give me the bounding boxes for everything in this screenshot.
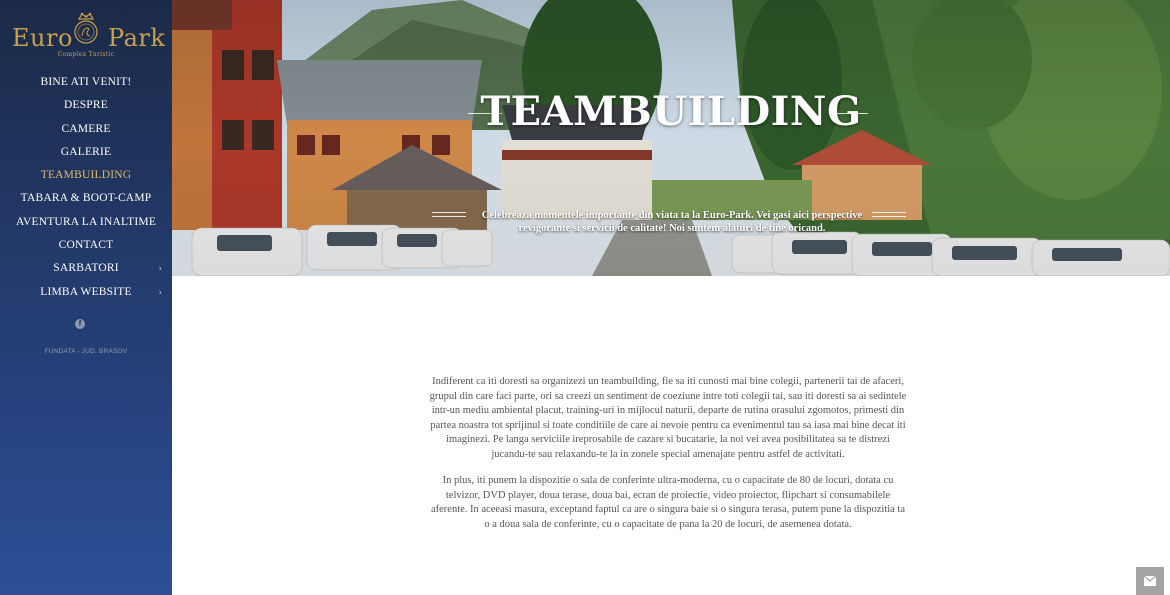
nav-item-aventura-la-inaltime[interactable]: AVENTURA LA INALTIME [0, 212, 172, 235]
chevron-right-icon[interactable]: › [158, 282, 162, 303]
logo[interactable]: Euro Park Complex Turistic [0, 8, 172, 60]
main-nav: BINE ATI VENIT! DESPRE CAMERE GALERIE TE… [0, 72, 172, 305]
subtitle-divider-left [432, 212, 466, 213]
subtitle-divider-left [432, 216, 466, 217]
chevron-right-icon[interactable]: › [158, 258, 162, 279]
conference-paragraph: In plus, iti punem la dispozitie o sala … [430, 475, 906, 530]
nav-item-tabara-boot-camp[interactable]: TABARA & BOOT-CAMP [0, 188, 172, 211]
subtitle-divider-right [872, 216, 906, 217]
nav-item-label: LIMBA WEBSITE [40, 285, 132, 298]
title-divider-right [834, 113, 868, 114]
nav-item-limba-website[interactable]: LIMBA WEBSITE › [0, 282, 172, 305]
nav-item-despre[interactable]: DESPRE [0, 95, 172, 118]
nav-item-sarbatori[interactable]: SARBATORI › [0, 258, 172, 281]
nav-item-bine-ati-venit[interactable]: BINE ATI VENIT! [0, 72, 172, 95]
page-title: TEAMBUILDING [480, 88, 862, 135]
nav-item-galerie[interactable]: GALERIE [0, 142, 172, 165]
logo-name-right: Park [108, 24, 166, 52]
nav-item-contact[interactable]: CONTACT [0, 235, 172, 258]
logo-tagline: Complex Turistic [57, 51, 115, 58]
main-content: Indiferent ca iti doresti sa organizezi … [428, 375, 908, 544]
address: FUNDATA - JUD. BRASOV [44, 348, 128, 355]
hero-subtitle: Celebreaza momentele importante din viat… [481, 210, 863, 234]
envelope-icon [1144, 576, 1156, 586]
sidebar: Euro Park Complex Turistic BINE ATI VENI… [0, 0, 172, 595]
nav-item-camere[interactable]: CAMERE [0, 119, 172, 142]
hero-banner: TEAMBUILDING Celebreaza momentele import… [172, 0, 1170, 276]
nav-item-teambuilding[interactable]: TEAMBUILDING [0, 165, 172, 188]
intro-paragraph: Indiferent ca iti doresti sa organizezi … [429, 376, 907, 460]
nav-item-label: SARBATORI [53, 262, 119, 275]
facebook-icon[interactable]: f [75, 319, 85, 329]
subtitle-divider-right [872, 212, 906, 213]
crest-icon [74, 12, 98, 44]
contact-button[interactable] [1136, 567, 1164, 595]
logo-name-left: Euro [12, 24, 73, 52]
